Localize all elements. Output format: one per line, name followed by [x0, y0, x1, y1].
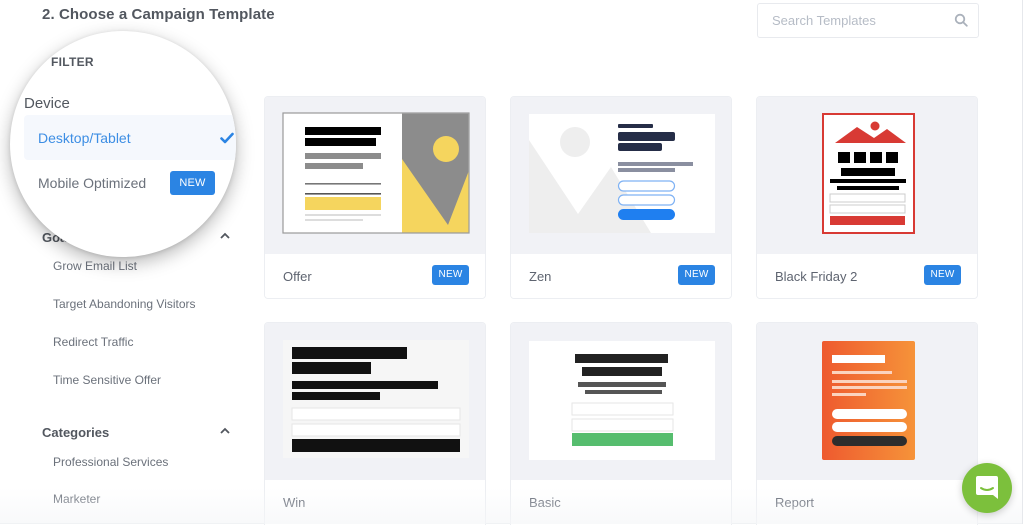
report-preview-image [822, 341, 915, 460]
page-title: 2. Choose a Campaign Template [42, 6, 275, 23]
template-card-win[interactable]: Win [264, 322, 486, 525]
sidebar-item-redirect-traffic[interactable]: Redirect Traffic [53, 335, 133, 349]
template-card-black-friday-2[interactable]: Black Friday 2 NEW [756, 96, 978, 299]
chevron-up-icon[interactable] [219, 427, 231, 435]
sidebar-item-marketer[interactable]: Marketer [53, 492, 100, 506]
template-footer: Basic [511, 480, 731, 525]
template-card-report[interactable]: Report [756, 322, 978, 525]
template-name: Zen [529, 269, 552, 284]
device-option-label: Mobile Optimized [38, 175, 147, 191]
template-card-basic[interactable]: Basic [510, 322, 732, 525]
template-name: Basic [529, 495, 561, 510]
template-footer: Black Friday 2 NEW [757, 254, 977, 298]
basic-preview-image [529, 341, 715, 460]
chat-icon [976, 476, 998, 499]
new-badge: NEW [432, 265, 469, 285]
device-option-label: Desktop/Tablet [38, 130, 131, 146]
template-thumbnail [757, 323, 977, 480]
device-option-desktop-tablet[interactable]: Desktop/Tablet [24, 115, 236, 160]
template-name: Black Friday 2 [775, 269, 858, 284]
sidebar-item-professional-services[interactable]: Professional Services [53, 455, 168, 469]
template-thumbnail [265, 97, 485, 254]
template-card-zen[interactable]: Zen NEW [510, 96, 732, 299]
template-thumbnail [757, 97, 977, 254]
template-thumbnail [511, 97, 731, 254]
device-option-mobile-optimized[interactable]: Mobile Optimized NEW [24, 165, 236, 200]
offer-preview-image [282, 112, 470, 234]
sidebar-item-target-abandoning-visitors[interactable]: Target Abandoning Visitors [53, 297, 196, 311]
sidebar-item-grow-email-list[interactable]: Grow Email List [53, 259, 137, 273]
chat-button[interactable] [962, 463, 1012, 513]
template-thumbnail [265, 323, 485, 480]
magnifier-lens: FILTER Device Desktop/Tablet Mobile Opti… [10, 31, 236, 257]
new-badge: NEW [924, 265, 961, 285]
template-thumbnail [511, 323, 731, 480]
check-icon [220, 132, 234, 144]
black-friday-preview-image [822, 113, 915, 234]
template-footer: Win [265, 480, 485, 525]
zen-preview-image [529, 114, 715, 233]
search-icon[interactable] [954, 13, 968, 27]
categories-heading[interactable]: Categories [42, 425, 109, 440]
filter-label: FILTER [51, 55, 94, 69]
search-box[interactable] [757, 3, 979, 38]
template-footer: Offer NEW [265, 254, 485, 298]
template-footer: Zen NEW [511, 254, 731, 298]
win-preview-image [283, 340, 469, 458]
template-name: Win [283, 495, 306, 510]
template-footer: Report [757, 480, 977, 525]
device-heading: Device [24, 95, 70, 112]
new-badge: NEW [170, 171, 215, 195]
search-input[interactable] [758, 4, 948, 37]
template-name: Offer [283, 269, 312, 284]
template-name: Report [775, 495, 815, 510]
template-card-offer[interactable]: Offer NEW [264, 96, 486, 299]
new-badge: NEW [678, 265, 715, 285]
sidebar-item-time-sensitive-offer[interactable]: Time Sensitive Offer [53, 373, 161, 387]
